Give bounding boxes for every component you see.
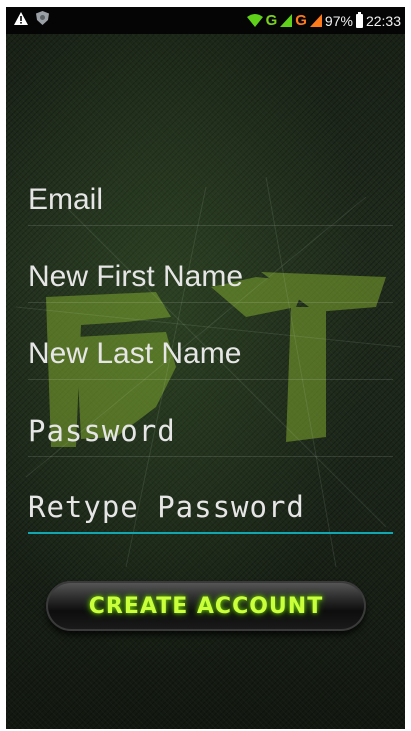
last-name-field[interactable] — [28, 324, 393, 380]
network-type-1: G — [265, 12, 278, 29]
clock: 22:33 — [365, 12, 401, 29]
last-name-input[interactable] — [28, 337, 393, 371]
battery-percent: 97% — [324, 12, 353, 29]
retype-password-input[interactable] — [28, 490, 393, 524]
status-bar: G G 97% 22:33 — [6, 7, 405, 34]
signal-icon-2 — [309, 14, 322, 27]
first-name-input[interactable] — [28, 260, 393, 294]
create-account-label: CREATE ACCOUNT — [88, 593, 324, 619]
warning-icon — [14, 11, 28, 25]
email-field[interactable] — [28, 170, 393, 226]
password-field[interactable] — [28, 401, 393, 457]
retype-password-field[interactable] — [28, 478, 393, 534]
create-account-button[interactable]: CREATE ACCOUNT — [46, 581, 366, 631]
signal-icon — [280, 14, 293, 27]
wifi-icon — [246, 14, 263, 27]
network-type-2: G — [295, 12, 307, 29]
first-name-field[interactable] — [28, 247, 393, 303]
shield-icon — [36, 11, 49, 25]
password-input[interactable] — [28, 414, 393, 448]
battery-icon — [355, 11, 363, 28]
email-input[interactable] — [28, 183, 393, 217]
app-screen: G G 97% 22:33 CREATE ACCOUNT — [6, 7, 405, 729]
